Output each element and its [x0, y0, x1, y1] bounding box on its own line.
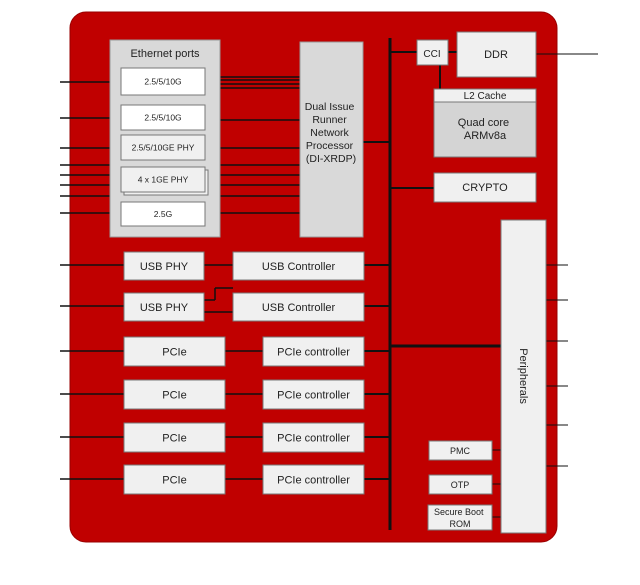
usb-controller-label: USB Controller — [262, 302, 336, 314]
pmc-label: PMC — [450, 446, 471, 456]
ethernet-port-label: 2.5/5/10G — [144, 77, 181, 87]
network-processor-label: Dual Issue Runner Network Processor (DI-… — [305, 101, 358, 165]
pcie-phy-label: PCIe — [162, 390, 186, 402]
peripherals-label: Peripherals — [517, 348, 529, 404]
usb-phy-label: USB PHY — [140, 261, 189, 273]
pcie-controller-label: PCIe controller — [277, 347, 350, 359]
ethernet-port-label: 2.5/5/10GE PHY — [132, 143, 195, 153]
ethernet-port-label: 2.5G — [154, 209, 172, 219]
ethernet-port-label: 4 x 1GE PHY — [138, 175, 189, 185]
pcie-controller-label: PCIe controller — [277, 475, 350, 487]
otp-label: OTP — [451, 480, 470, 490]
pcie-phy-label: PCIe — [162, 347, 186, 359]
ethernet-port-label: 2.5/5/10G — [144, 113, 181, 123]
crypto-label: CRYPTO — [462, 182, 508, 194]
cpu-label: Quad core ARMv8a — [458, 117, 512, 142]
pcie-controller-label: PCIe controller — [277, 390, 350, 402]
soc-block-diagram: Ethernet ports 2.5/5/10G 2.5/5/10G 2.5/5/1… — [60, 11, 598, 543]
usb-phy-label: USB PHY — [140, 302, 189, 314]
cci-label: CCI — [423, 49, 440, 60]
l2-cache-label: L2 Cache — [464, 91, 507, 102]
pcie-phy-label: PCIe — [162, 475, 186, 487]
pcie-controller-label: PCIe controller — [277, 433, 350, 445]
usb-controller-label: USB Controller — [262, 261, 336, 273]
ethernet-ports-title: Ethernet ports — [130, 48, 200, 60]
pcie-phy-label: PCIe — [162, 433, 186, 445]
ddr-label: DDR — [484, 49, 508, 61]
